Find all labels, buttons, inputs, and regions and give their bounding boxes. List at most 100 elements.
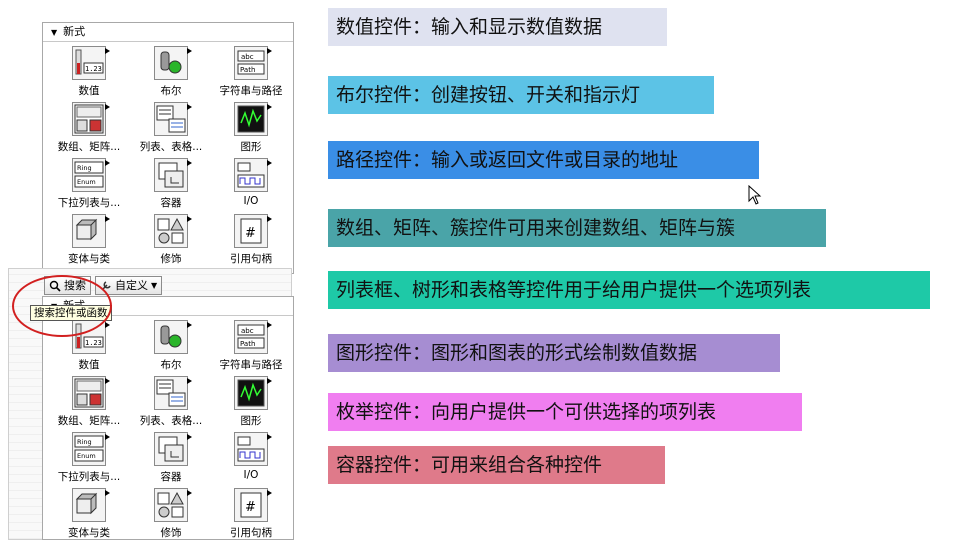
collapse-triangle-icon[interactable]: ▼ <box>51 28 57 37</box>
palette-item-label: 字符串与路径 <box>219 359 283 371</box>
palette-item-list-table[interactable]: 列表、表格... <box>135 376 207 432</box>
svg-text:Ring: Ring <box>77 164 92 172</box>
string-path-icon: abc Path <box>234 46 272 80</box>
decorations-icon <box>154 214 192 248</box>
palette-item-label: 变体与类 <box>68 527 110 539</box>
note-array-cluster-controls: 数组、矩阵、簇控件可用来创建数组、矩阵与簇 <box>328 209 826 247</box>
palette-item-refnum[interactable]: # 引用句柄 <box>207 214 295 270</box>
palette-item-string-path[interactable]: abc Path 字符串与路径 <box>207 320 295 376</box>
palette-item-variant-class[interactable]: 变体与类 <box>43 488 135 544</box>
dropdown-caret-icon: ▼ <box>151 281 158 290</box>
palette-section-header[interactable]: ▼新式 <box>43 23 293 42</box>
palette-item-container[interactable]: 容器 <box>135 432 207 488</box>
palette-item-ring-enum[interactable]: Ring Enum 下拉列表与... <box>43 158 135 214</box>
palette-item-list-table[interactable]: 列表、表格... <box>135 102 207 158</box>
svg-text:abc: abc <box>241 327 254 335</box>
palette-item-label: 容器 <box>160 471 182 483</box>
palette-item-string-path[interactable]: abc Path 字符串与路径 <box>207 46 295 102</box>
list-table-icon <box>154 376 192 410</box>
palette-item-boolean[interactable]: 布尔 <box>135 46 207 102</box>
palette-item-refnum[interactable]: # 引用句柄 <box>207 488 295 544</box>
palette-item-label: 图形 <box>240 415 262 427</box>
refnum-icon: # <box>234 488 272 522</box>
palette-item-label: 下拉列表与... <box>57 197 121 209</box>
palette-item-label: 引用句柄 <box>230 253 272 265</box>
variant-class-icon <box>72 214 110 248</box>
note-boolean-controls: 布尔控件：创建按钮、开关和指示灯 <box>328 76 714 114</box>
palette-item-label: I/O <box>243 195 259 207</box>
graph-icon <box>234 102 272 136</box>
note-path-controls: 路径控件：输入或返回文件或目录的地址 <box>328 141 759 179</box>
palette-item-label: 容器 <box>160 197 182 209</box>
svg-text:abc: abc <box>241 53 254 61</box>
note-graph-controls: 图形控件：图形和图表的形式绘制数值数据 <box>328 334 780 372</box>
ring-enum-icon: Ring Enum <box>72 432 110 466</box>
palette-item-io[interactable]: I/O <box>207 432 295 488</box>
palette-item-label: 下拉列表与... <box>57 471 121 483</box>
palette-item-label: 数组、矩阵... <box>57 141 121 153</box>
variant-class-icon <box>72 488 110 522</box>
io-icon <box>234 432 272 466</box>
palette-item-label: 修饰 <box>160 527 182 539</box>
palette-item-label: 图形 <box>240 141 262 153</box>
palette-item-variant-class[interactable]: 变体与类 <box>43 214 135 270</box>
mouse-pointer-icon <box>748 185 762 205</box>
palette-item-label: 数值 <box>78 85 100 97</box>
customize-button[interactable]: 自定义 ▼ <box>95 276 163 295</box>
svg-text:Enum: Enum <box>77 452 96 460</box>
svg-text:Enum: Enum <box>77 178 96 186</box>
io-icon <box>234 158 272 192</box>
palette-item-label: 变体与类 <box>68 253 110 265</box>
palette-item-decorations[interactable]: 修饰 <box>135 214 207 270</box>
palette-grid: 1.23 数值 布尔 abc Path 字符串与路径数组、矩阵... 列表、表格... 图形 R… <box>43 42 293 270</box>
palette-item-label: 引用句柄 <box>230 527 272 539</box>
palette-item-label: 数值 <box>78 359 100 371</box>
ring-enum-icon: Ring Enum <box>72 158 110 192</box>
refnum-icon: # <box>234 214 272 248</box>
controls-palette-top: ▼ 新式 1.23 数值 布尔 abc Path 字符串与路径数组、矩阵... 列表、表格..… <box>42 22 294 274</box>
wrench-icon <box>101 280 111 291</box>
svg-text:1.23: 1.23 <box>85 65 102 73</box>
svg-text:Path: Path <box>240 66 255 74</box>
array-matrix-icon <box>72 102 110 136</box>
svg-text:Path: Path <box>240 340 255 348</box>
boolean-icon <box>154 46 192 80</box>
svg-text:#: # <box>245 226 256 241</box>
note-list-table-controls: 列表框、树形和表格等控件用于给用户提供一个选项列表 <box>328 271 930 309</box>
numeric-icon: 1.23 <box>72 320 110 354</box>
svg-text:1.23: 1.23 <box>85 339 102 347</box>
numeric-icon: 1.23 <box>72 46 110 80</box>
palette-item-numeric[interactable]: 1.23 数值 <box>43 46 135 102</box>
palette-item-label: 数组、矩阵... <box>57 415 121 427</box>
boolean-icon <box>154 320 192 354</box>
search-tooltip: 搜索控件或函数 <box>30 305 112 321</box>
palette-toolbar: 搜索 自定义 ▼ <box>44 276 163 296</box>
graph-icon <box>234 376 272 410</box>
palette-item-ring-enum[interactable]: Ring Enum 下拉列表与... <box>43 432 135 488</box>
palette-item-container[interactable]: 容器 <box>135 158 207 214</box>
palette-grid: 1.23 数值 布尔 abc Path 字符串与路径数组、矩阵... 列表、表格... 图形 R… <box>43 316 293 544</box>
palette-item-label: I/O <box>243 469 259 481</box>
palette-item-label: 字符串与路径 <box>219 85 283 97</box>
list-table-icon <box>154 102 192 136</box>
array-matrix-icon <box>72 376 110 410</box>
palette-item-numeric[interactable]: 1.23 数值 <box>43 320 135 376</box>
search-button[interactable]: 搜索 <box>44 276 91 295</box>
controls-palette-bottom: ▼新式 1.23数值布尔abcPath字符串与路径数组、矩阵...列表、表格..… <box>42 296 294 540</box>
palette-item-label: 布尔 <box>160 359 182 371</box>
string-path-icon: abc Path <box>234 320 272 354</box>
palette-item-graph[interactable]: 图形 <box>207 102 295 158</box>
palette-item-label: 列表、表格... <box>139 141 203 153</box>
palette-item-io[interactable]: I/O <box>207 158 295 214</box>
palette-item-array-matrix[interactable]: 数组、矩阵... <box>43 102 135 158</box>
container-icon <box>154 158 192 192</box>
palette-item-decorations[interactable]: 修饰 <box>135 488 207 544</box>
palette-item-array-matrix[interactable]: 数组、矩阵... <box>43 376 135 432</box>
svg-text:#: # <box>245 500 256 515</box>
palette-item-label: 列表、表格... <box>139 415 203 427</box>
palette-item-boolean[interactable]: 布尔 <box>135 320 207 376</box>
note-container-controls: 容器控件：可用来组合各种控件 <box>328 446 665 484</box>
svg-text:Ring: Ring <box>77 438 92 446</box>
palette-item-label: 修饰 <box>160 253 182 265</box>
palette-item-graph[interactable]: 图形 <box>207 376 295 432</box>
